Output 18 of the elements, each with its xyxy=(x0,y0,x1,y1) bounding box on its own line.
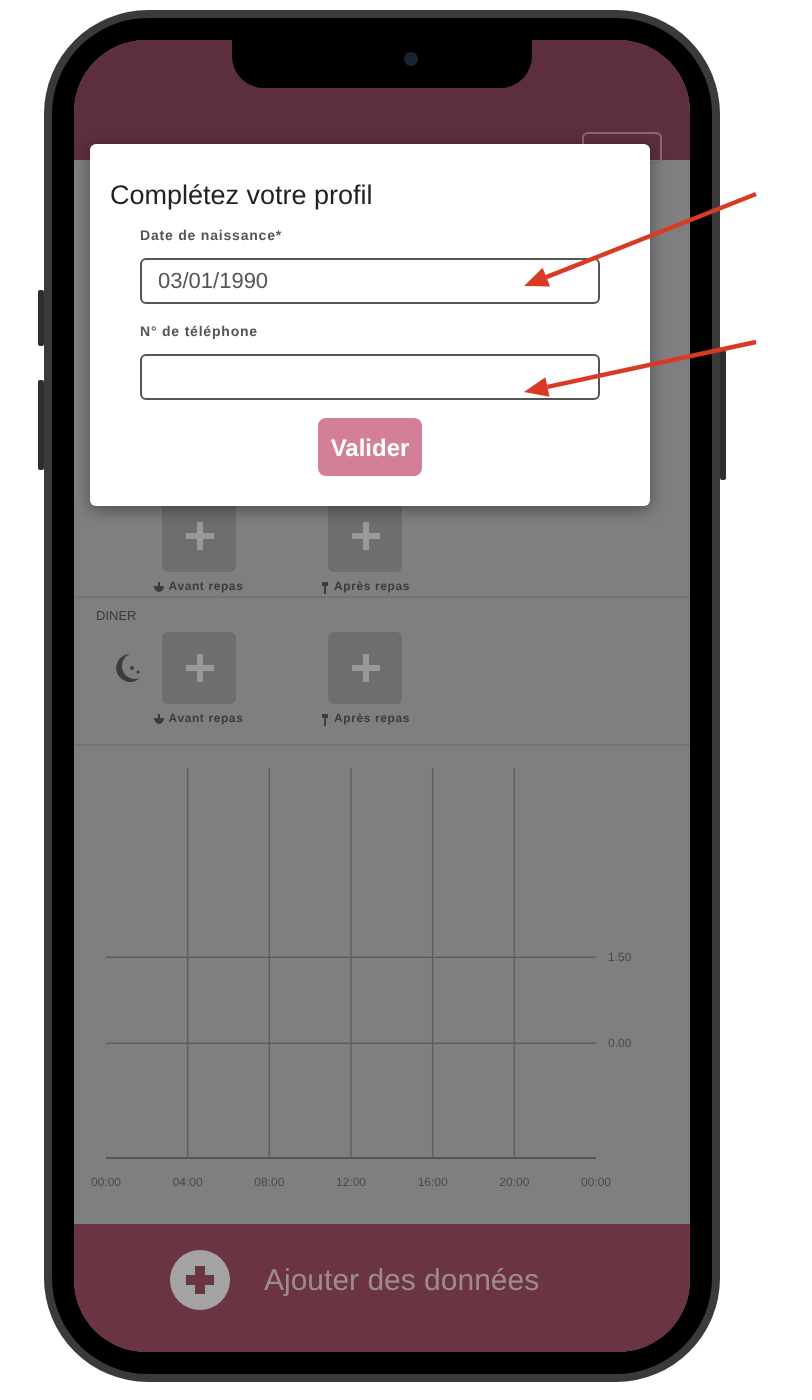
moon-icon xyxy=(114,651,142,684)
add-data-label[interactable]: Ajouter des données xyxy=(264,1263,540,1298)
plus-icon xyxy=(185,522,213,550)
add-tile[interactable] xyxy=(162,631,236,704)
plus-icon xyxy=(351,522,379,550)
add-tile[interactable] xyxy=(162,500,236,572)
plus-icon xyxy=(351,653,379,682)
submit-button[interactable]: Valider xyxy=(318,418,422,476)
plus-icon xyxy=(185,653,213,682)
add-icon[interactable] xyxy=(170,1250,230,1311)
add-tile[interactable] xyxy=(328,500,402,572)
bowl-icon xyxy=(154,582,165,594)
camera-icon xyxy=(404,52,418,66)
add-tile[interactable] xyxy=(328,631,402,704)
date-field[interactable]: 03/01/1990 xyxy=(140,258,600,304)
phone-field[interactable] xyxy=(140,354,600,400)
bowl-icon xyxy=(154,713,165,726)
dialog-title: Complétez votre profil xyxy=(110,180,373,210)
